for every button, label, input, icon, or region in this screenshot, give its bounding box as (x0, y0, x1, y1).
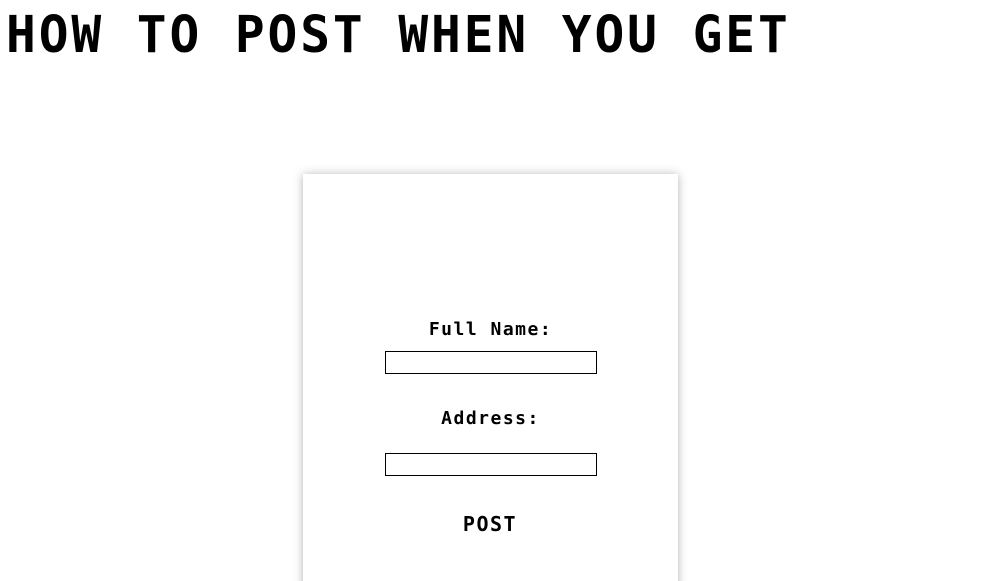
full-name-label: Full Name: (428, 319, 553, 340)
post-button[interactable]: POST (430, 510, 550, 538)
post-form-card: Full Name: Address: POST (303, 174, 678, 581)
address-label: Address: (441, 408, 540, 429)
address-input[interactable] (385, 453, 597, 476)
full-name-input[interactable] (385, 351, 597, 374)
page-title: HOW TO POST WHEN YOU GET (6, 6, 791, 65)
